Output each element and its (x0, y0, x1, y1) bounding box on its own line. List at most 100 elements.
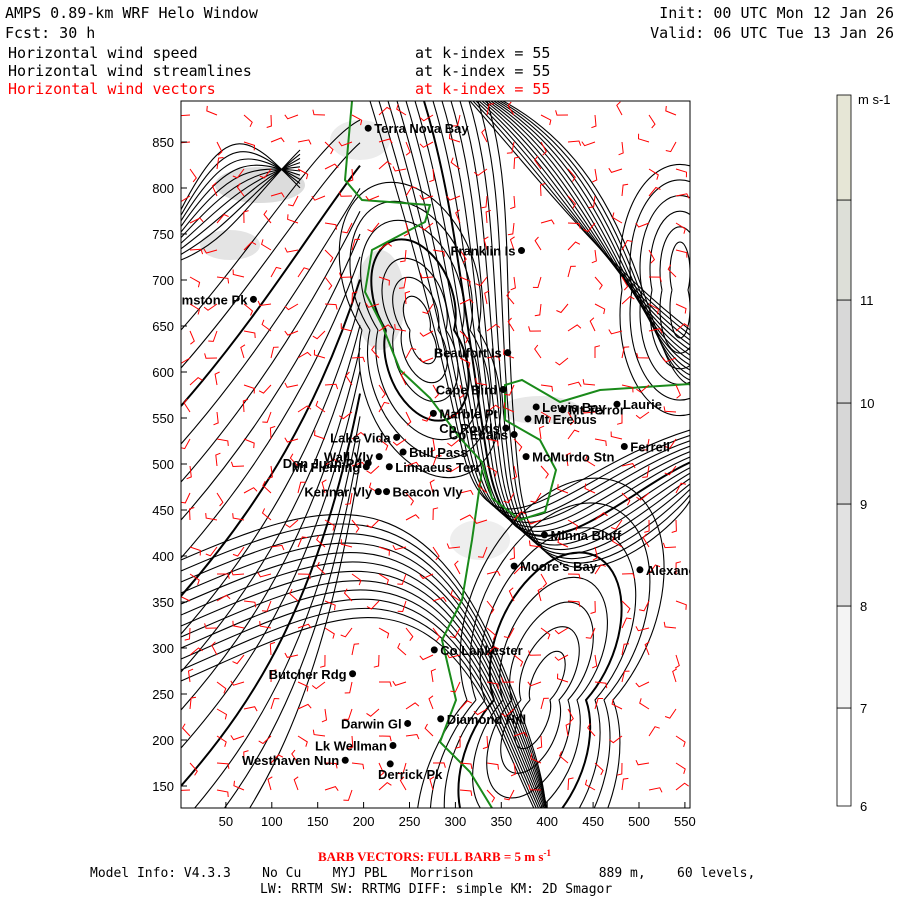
station: Bull Pass (399, 445, 468, 460)
field-level-speed: at k-index = 55 (415, 44, 550, 62)
y-tick-label: 150 (152, 779, 174, 794)
station: Mt Fleming (292, 460, 370, 475)
station-label: Butcher Rdg (269, 667, 347, 682)
y-tick-label: 350 (152, 595, 174, 610)
x-tick-label: 250 (399, 814, 421, 829)
station-marker (362, 463, 370, 471)
station-label: Darwin Gl (341, 716, 402, 731)
station: Westhaven Nun (242, 753, 349, 768)
station-marker (540, 531, 548, 539)
colorbar-bin (836, 707, 852, 807)
station-marker (349, 670, 357, 678)
station: Beacon Vly (383, 485, 463, 500)
x-tick-label: 200 (353, 814, 375, 829)
model-info-physics: LW: RRTM SW: RRTMG DIFF: simple KM: 2D S… (260, 882, 612, 897)
station-label: Brimstone Pk (164, 292, 249, 307)
colorbar-bin (836, 402, 852, 505)
station: Lake Vida (330, 430, 401, 445)
x-tick-label: 500 (628, 814, 650, 829)
y-tick-label: 850 (152, 135, 174, 150)
station-marker (532, 403, 540, 411)
x-tick-label: 300 (445, 814, 467, 829)
station: Mt Erebus (524, 412, 597, 427)
station-marker (636, 566, 644, 574)
colorbar-bin (836, 503, 852, 607)
station-label: Westhaven Nun (242, 753, 339, 768)
field-name-speed: Horizontal wind speed (8, 44, 198, 62)
station-marker (383, 488, 391, 496)
colorbar-units: m s-1 (858, 92, 891, 107)
valid-time: Valid: 06 UTC Tue 13 Jan 26 (650, 24, 894, 42)
station: Beaufort Is (434, 346, 512, 361)
station: Alexander (636, 563, 709, 578)
station-marker (385, 463, 393, 471)
init-time: Init: 00 UTC Mon 12 Jan 26 (659, 4, 894, 22)
y-tick-label: 600 (152, 365, 174, 380)
x-tick-label: 400 (536, 814, 558, 829)
colorbar-label: 8 (860, 599, 867, 614)
station-label: Co Lankester (440, 643, 522, 658)
y-tick-label: 750 (152, 227, 174, 242)
colorbar-label: 10 (860, 396, 874, 411)
station: Diamond Hill (437, 712, 526, 727)
station: Co Lankester (430, 643, 523, 658)
station-label: Linnaeus Terr (395, 460, 480, 475)
station: Darwin Gl (341, 716, 412, 731)
station-label: McMurdo Stn (532, 450, 614, 465)
station: Terra Nova Bay (364, 121, 469, 136)
map-plot-area: Terra Nova Bay Franklin Is Brimstone Pk Bea… (164, 101, 709, 808)
station-marker (341, 756, 349, 764)
colorbar-label: 6 (860, 799, 867, 814)
station: Franklin Is (450, 244, 525, 259)
y-tick-label: 400 (152, 549, 174, 564)
station-marker (364, 124, 372, 132)
station-marker (524, 415, 532, 423)
model-info: Model Info: V4.3.3 No Cu MYJ PBL Morriso… (90, 866, 755, 881)
station-label: Franklin Is (450, 244, 515, 259)
field-level-streamlines: at k-index = 55 (415, 62, 550, 80)
colorbar-bin (836, 199, 852, 301)
station: Cp Evans (449, 428, 518, 443)
station-marker (620, 443, 628, 451)
station-marker (613, 400, 621, 408)
station-marker (430, 646, 438, 654)
station-label: Mt Fleming (292, 460, 361, 475)
colorbar-label: 7 (860, 701, 867, 716)
station-label: Derrick Pk (378, 767, 443, 782)
station: Lk Wellman (315, 739, 397, 754)
station-label: Cp Evans (449, 428, 508, 443)
station: Minna Bluff (540, 528, 622, 543)
colorbar: 6 7 8 9 10 11 (836, 94, 874, 814)
colorbar-label: 11 (860, 293, 874, 308)
station: Kennar Vly (304, 485, 382, 500)
x-tick-label: 450 (582, 814, 604, 829)
station-label: Moore's Bay (520, 559, 598, 574)
station-marker (399, 448, 407, 456)
y-tick-label: 500 (152, 457, 174, 472)
station-label: Marble Pt (439, 406, 498, 421)
station: McMurdo Stn (522, 450, 614, 465)
x-tick-label: 50 (219, 814, 233, 829)
station-label: Lake Vida (330, 430, 391, 445)
station: Cape Bird (436, 382, 507, 397)
station-label: Alexander (646, 563, 709, 578)
station-label: Beaufort Is (434, 346, 502, 361)
station-label: Ferrell (630, 440, 670, 455)
station-marker (510, 431, 518, 439)
station-label: Cape Bird (436, 382, 497, 397)
figure-title: AMPS 0.89-km WRF Helo Window (5, 4, 259, 22)
station-label: Kennar Vly (304, 485, 373, 500)
station-label: Lk Wellman (315, 739, 387, 754)
x-tick-label: 550 (674, 814, 696, 829)
wrf-map-figure: AMPS 0.89-km WRF Helo Window Fcst: 30 h … (5, 4, 894, 897)
x-tick-label: 350 (490, 814, 512, 829)
station-label: Bull Pass (409, 445, 468, 460)
field-name-streamlines: Horizontal wind streamlines (8, 62, 252, 80)
y-tick-label: 800 (152, 181, 174, 196)
station-marker (404, 719, 412, 727)
field-level-vectors: at k-index = 55 (415, 80, 550, 98)
colorbar-bin (836, 94, 852, 201)
station-label: Beacon Vly (393, 485, 464, 500)
station-label: Mt Erebus (534, 412, 597, 427)
y-tick-label: 200 (152, 733, 174, 748)
